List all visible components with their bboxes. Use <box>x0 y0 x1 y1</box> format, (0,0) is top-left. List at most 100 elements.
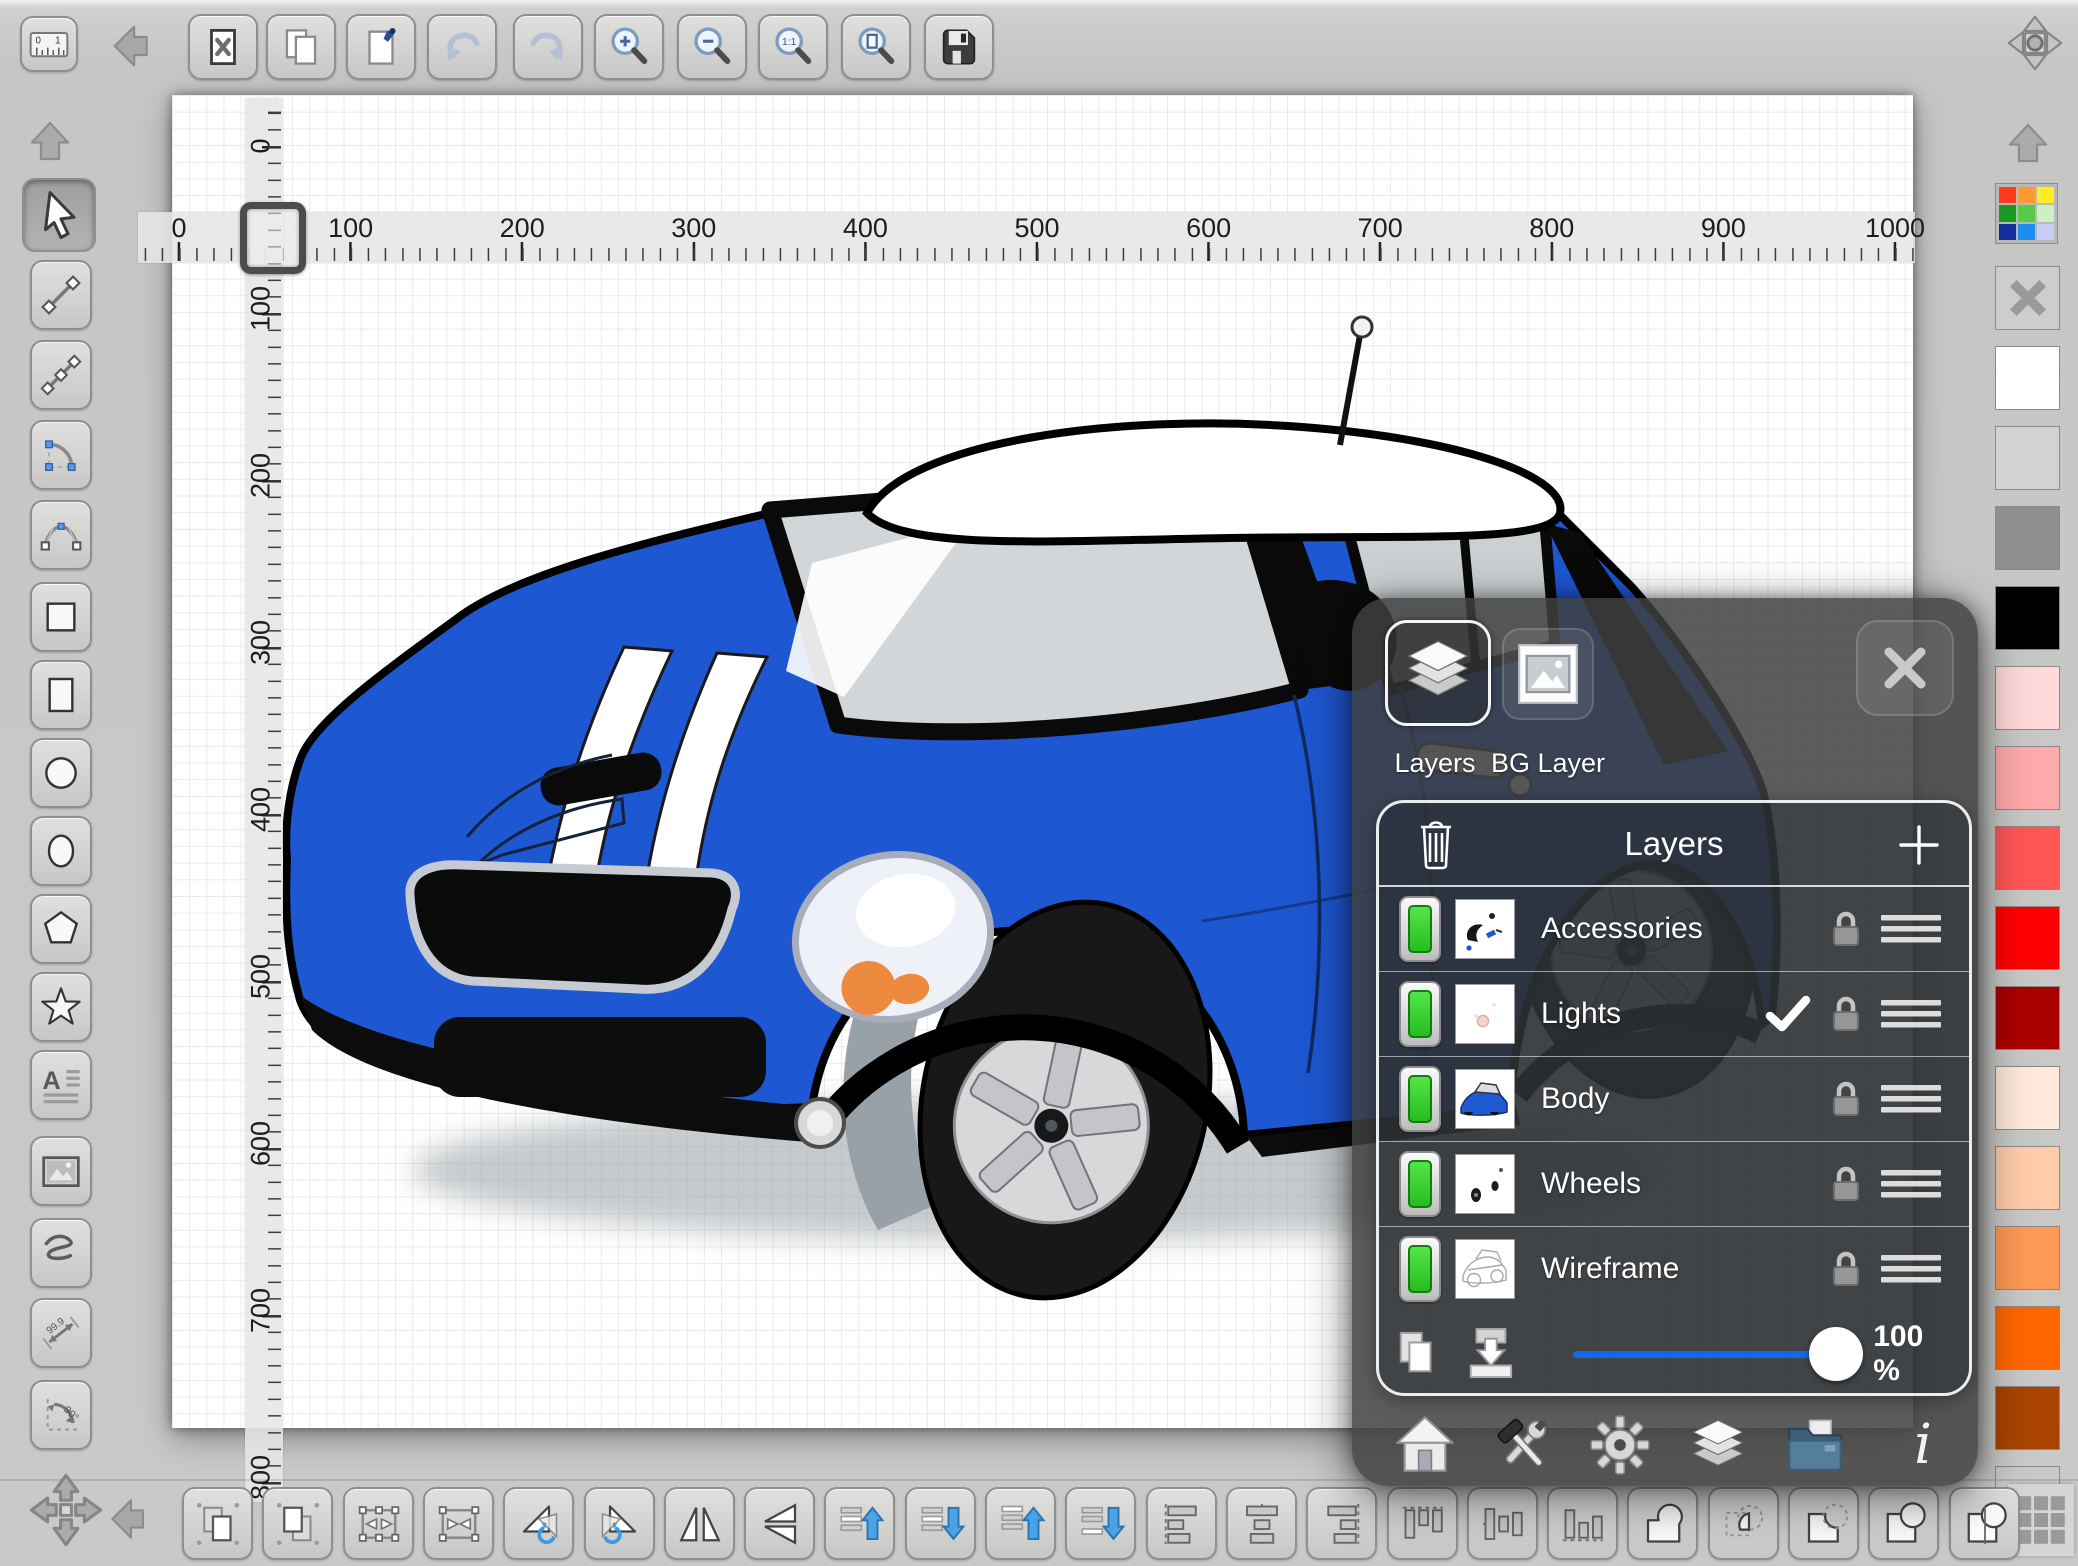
redo[interactable] <box>513 14 583 80</box>
delete-layer-icon[interactable] <box>1413 817 1459 871</box>
tab-bg-layer[interactable] <box>1502 628 1594 720</box>
layer-visibility-toggle[interactable] <box>1399 981 1441 1047</box>
left-scroll-up[interactable] <box>22 116 78 166</box>
bottom-back-button[interactable] <box>102 1494 152 1544</box>
opacity-slider-thumb[interactable] <box>1809 1327 1863 1381</box>
lock-icon[interactable] <box>1827 908 1865 950</box>
files-icon[interactable] <box>1784 1414 1846 1476</box>
color-swatch[interactable] <box>1995 586 2060 650</box>
ruler-toggle[interactable]: 01 <box>20 16 78 72</box>
boolean-intersect[interactable] <box>1708 1487 1779 1560</box>
close-document[interactable] <box>188 14 258 80</box>
new-document[interactable] <box>346 14 416 80</box>
merge-down-button[interactable] <box>1465 1326 1517 1382</box>
layers-icon[interactable] <box>1687 1414 1749 1476</box>
color-swatch[interactable] <box>1995 1306 2060 1370</box>
square-tool[interactable] <box>30 582 92 652</box>
drag-handle-icon[interactable] <box>1879 1167 1943 1201</box>
lock-icon[interactable] <box>1827 1078 1865 1120</box>
text-tool[interactable]: A <box>30 1050 92 1120</box>
layer-visibility-toggle[interactable] <box>1399 1151 1441 1217</box>
color-swatch[interactable] <box>1995 666 2060 730</box>
pentagon-tool[interactable] <box>30 894 92 964</box>
back[interactable] <box>104 20 156 72</box>
color-swatch[interactable] <box>1995 1146 2060 1210</box>
star-tool[interactable] <box>30 972 92 1042</box>
ruler-origin-handle[interactable] <box>240 202 306 274</box>
layer-visibility-toggle[interactable] <box>1399 1236 1441 1302</box>
ellipse-tool[interactable] <box>30 816 92 886</box>
move-forward[interactable] <box>824 1487 895 1560</box>
duplicate-document[interactable] <box>266 14 336 80</box>
nav-pad[interactable] <box>2000 8 2070 78</box>
color-swatch[interactable] <box>1995 1226 2060 1290</box>
move-tool[interactable] <box>26 1468 106 1552</box>
tools-icon[interactable] <box>1492 1414 1554 1476</box>
align-bottom[interactable] <box>1547 1487 1618 1560</box>
color-swatch[interactable] <box>1995 826 2060 890</box>
layer-row[interactable]: Wireframe <box>1379 1227 1969 1311</box>
dimension-tool[interactable]: 99.9 <box>30 1298 92 1368</box>
layer-visibility-toggle[interactable] <box>1399 896 1441 962</box>
color-swatch[interactable] <box>1995 506 2060 570</box>
rotate-ccw[interactable] <box>503 1487 574 1560</box>
freehand-tool[interactable] <box>30 1218 92 1288</box>
info-icon[interactable]: i <box>1892 1414 1954 1476</box>
lock-icon[interactable] <box>1827 1248 1865 1290</box>
polyline-tool[interactable] <box>30 340 92 410</box>
drag-handle-icon[interactable] <box>1879 997 1943 1031</box>
boolean-subtract[interactable] <box>1788 1487 1859 1560</box>
layer-row[interactable]: Lights <box>1379 972 1969 1057</box>
lock-icon[interactable] <box>1827 993 1865 1035</box>
zoom-fit[interactable] <box>841 14 911 80</box>
color-swatch[interactable] <box>1995 426 2060 490</box>
angle-tool[interactable]: 90° <box>30 1380 92 1450</box>
align-top[interactable] <box>1387 1487 1458 1560</box>
home-icon[interactable] <box>1394 1414 1456 1476</box>
arrange-front[interactable] <box>182 1487 253 1560</box>
color-swatch[interactable] <box>1995 1066 2060 1130</box>
align-middle[interactable] <box>1467 1487 1538 1560</box>
select-tool[interactable] <box>22 178 96 252</box>
move-backward[interactable] <box>905 1487 976 1560</box>
zoom-actual[interactable]: 1:1 <box>758 14 828 80</box>
arrange-back[interactable] <box>262 1487 333 1560</box>
align-right[interactable] <box>1306 1487 1377 1560</box>
tab-layers[interactable] <box>1385 620 1491 726</box>
no-color-button[interactable] <box>1995 266 2060 330</box>
palette-scroll-up[interactable] <box>2000 118 2056 168</box>
boolean-divide[interactable] <box>1949 1487 2020 1560</box>
color-swatch[interactable] <box>1995 746 2060 810</box>
duplicate-layer-button[interactable] <box>1395 1328 1439 1380</box>
settings-icon[interactable] <box>1589 1414 1651 1476</box>
flip-vertical[interactable] <box>744 1487 815 1560</box>
circle-tool[interactable] <box>30 738 92 808</box>
layer-visibility-toggle[interactable] <box>1399 1066 1441 1132</box>
align-left[interactable] <box>1146 1487 1217 1560</box>
color-swatch[interactable] <box>1995 346 2060 410</box>
rectangle-tool[interactable] <box>30 660 92 730</box>
color-swatch[interactable] <box>1995 986 2060 1050</box>
drag-handle-icon[interactable] <box>1879 1252 1943 1286</box>
image-tool[interactable] <box>30 1136 92 1206</box>
color-grid-button[interactable] <box>1995 183 2058 244</box>
rotate-cw[interactable] <box>584 1487 655 1560</box>
close-panel-button[interactable] <box>1856 620 1954 716</box>
move-to-front[interactable] <box>985 1487 1056 1560</box>
undo[interactable] <box>427 14 497 80</box>
color-swatch[interactable] <box>1995 1386 2060 1450</box>
boolean-union[interactable] <box>1627 1487 1698 1560</box>
drag-handle-icon[interactable] <box>1879 912 1943 946</box>
boolean-exclude[interactable] <box>1868 1487 1939 1560</box>
zoom-out[interactable] <box>677 14 747 80</box>
drag-handle-icon[interactable] <box>1879 1082 1943 1116</box>
line-tool[interactable] <box>30 260 92 330</box>
flip-horizontal[interactable] <box>664 1487 735 1560</box>
color-swatch[interactable] <box>1995 906 2060 970</box>
bezier-tool[interactable] <box>30 500 92 570</box>
lock-icon[interactable] <box>1827 1163 1865 1205</box>
align-center[interactable] <box>1226 1487 1297 1560</box>
add-layer-button[interactable] <box>1897 823 1941 867</box>
layer-row[interactable]: Wheels <box>1379 1142 1969 1227</box>
expand-horizontal[interactable] <box>343 1487 414 1560</box>
